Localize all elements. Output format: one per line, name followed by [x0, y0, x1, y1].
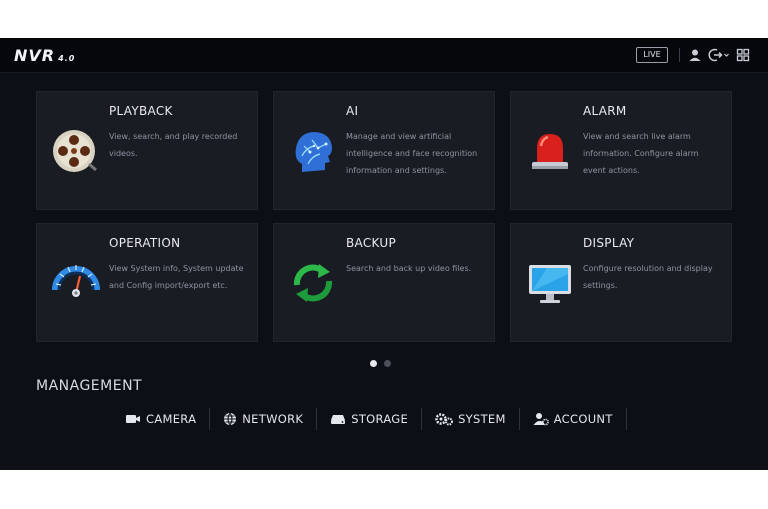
- page-dot-1[interactable]: [370, 360, 377, 367]
- card-operation[interactable]: OPERATION View System info, System updat…: [36, 223, 258, 342]
- management-system[interactable]: SYSTEM: [422, 408, 520, 430]
- management-account[interactable]: ACCOUNT: [520, 408, 627, 430]
- refresh-arrows-icon: [293, 264, 333, 302]
- nvr-logo: NVR 4.0: [14, 46, 75, 65]
- management-item-label: STORAGE: [351, 412, 409, 426]
- card-ai[interactable]: AI Manage and view artificial intelligen…: [273, 91, 495, 210]
- camera-icon: [126, 415, 140, 423]
- globe-icon: [224, 412, 237, 426]
- logo-version: 4.0: [58, 54, 76, 63]
- film-reel-icon: [53, 130, 97, 172]
- card-title: PLAYBACK: [109, 104, 173, 118]
- card-display[interactable]: DISPLAY Configure resolution and display…: [510, 223, 732, 342]
- grid-icon[interactable]: [735, 47, 751, 63]
- card-description: Configure resolution and display setting…: [583, 264, 713, 290]
- main-content: PLAYBACK View, search, and play recorded…: [0, 72, 768, 470]
- management-camera[interactable]: CAMERA: [112, 408, 211, 430]
- card-description: View and search live alarm information. …: [583, 132, 699, 175]
- management-item-label: NETWORK: [242, 412, 304, 426]
- management-title: MANAGEMENT: [36, 378, 143, 394]
- toolbar-divider: [679, 48, 680, 62]
- logout-icon[interactable]: [708, 47, 730, 63]
- nvr-main-window: NVR 4.0 LIVE PLAYBACK View, search, and …: [0, 38, 768, 470]
- management-item-label: CAMERA: [146, 412, 197, 426]
- card-title: DISPLAY: [583, 236, 635, 250]
- management-storage[interactable]: STORAGE: [317, 408, 423, 430]
- gauge-icon: [52, 265, 100, 297]
- management-bar: CAMERA NETWORK STORAGE SYSTEM ACCOUNT: [112, 408, 627, 430]
- live-button[interactable]: LIVE: [636, 47, 668, 63]
- card-description: Search and back up video files.: [346, 264, 472, 273]
- monitor-icon: [529, 265, 571, 303]
- gears-icon: [435, 413, 454, 426]
- user-icon[interactable]: [687, 47, 703, 63]
- card-description: View, search, and play recorded videos.: [109, 132, 238, 158]
- card-description: Manage and view artificial intelligence …: [346, 132, 478, 175]
- logo-text: NVR: [14, 46, 56, 65]
- hard-drive-icon: [331, 415, 346, 424]
- card-description: View System info, System update and Conf…: [109, 264, 244, 290]
- page-indicator: [370, 352, 398, 367]
- card-alarm[interactable]: ALARM View and search live alarm informa…: [510, 91, 732, 210]
- card-title: ALARM: [583, 104, 627, 118]
- top-bar: NVR 4.0 LIVE: [0, 38, 768, 73]
- ai-head-icon: [295, 132, 332, 172]
- card-title: BACKUP: [346, 236, 396, 250]
- card-playback[interactable]: PLAYBACK View, search, and play recorded…: [36, 91, 258, 210]
- card-backup[interactable]: BACKUP Search and back up video files.: [273, 223, 495, 342]
- management-item-label: ACCOUNT: [553, 412, 613, 426]
- card-title: OPERATION: [109, 236, 181, 250]
- alarm-siren-icon: [532, 134, 568, 169]
- management-network[interactable]: NETWORK: [210, 408, 318, 430]
- page-dot-2[interactable]: [384, 360, 391, 367]
- card-title: AI: [346, 104, 359, 118]
- management-item-label: SYSTEM: [458, 412, 506, 426]
- user-gear-icon: [533, 413, 549, 426]
